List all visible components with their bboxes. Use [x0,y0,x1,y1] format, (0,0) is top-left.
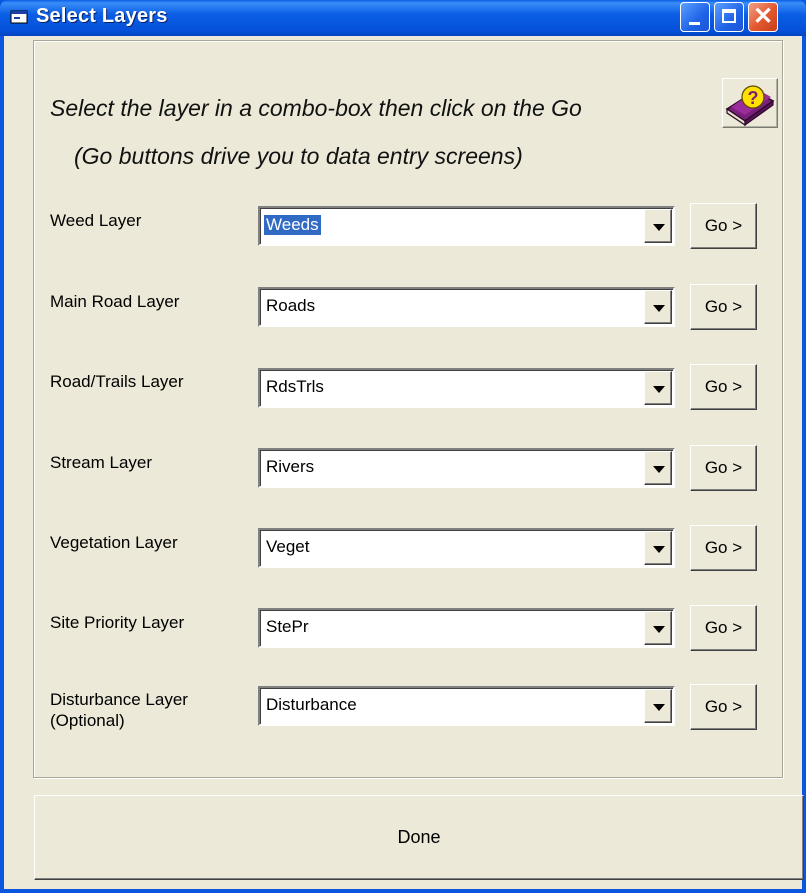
layer-label-disturbance-line2: (Optional) [50,711,125,730]
combo-value: Rivers [266,457,315,476]
close-icon: ✕ [752,3,774,30]
done-button[interactable]: Done [34,795,804,880]
combo-value: RdsTrls [266,377,324,396]
close-button[interactable]: ✕ [748,2,778,32]
combo-value: Roads [266,296,316,315]
help-book-icon: ? [725,85,775,127]
maximize-button[interactable] [714,2,744,32]
layer-label-disturbance-line1: Disturbance Layer [50,690,188,709]
main-road-layer-combo[interactable]: Roads [258,287,675,327]
layer-label-vegetation: Vegetation Layer [50,533,178,552]
go-button-site-priority[interactable]: Go > [690,605,757,651]
combo-value: Disturbance [266,695,357,714]
dropdown-arrow-icon[interactable] [644,531,672,565]
weed-layer-combo[interactable]: Weeds [258,206,675,246]
layer-label-weed: Weed Layer [50,211,142,230]
dropdown-arrow-icon[interactable] [644,611,672,645]
disturbance-layer-combo[interactable]: Disturbance [258,686,675,726]
help-button[interactable]: ? [722,78,778,128]
layer-label-road-trails: Road/Trails Layer [50,372,184,391]
instruction-line-1: Select the layer in a combo-box then cli… [50,95,582,121]
go-button-main-road[interactable]: Go > [690,284,757,330]
go-button-disturbance[interactable]: Go > [690,684,757,730]
minimize-button[interactable] [680,2,710,32]
select-layers-window: Select Layers ✕ Select the layer in a co… [0,0,806,893]
window-title: Select Layers [36,5,168,27]
site-priority-layer-combo[interactable]: StePr [258,608,675,648]
stream-layer-combo[interactable]: Rivers [258,448,675,488]
layer-label-stream: Stream Layer [50,453,153,472]
layer-label-site-priority: Site Priority Layer [50,613,185,632]
go-button-vegetation[interactable]: Go > [690,525,757,571]
layer-label-disturbance: Disturbance Layer (Optional) [50,689,188,731]
dropdown-arrow-icon[interactable] [644,689,672,723]
go-button-road-trails[interactable]: Go > [690,364,757,410]
dropdown-arrow-icon[interactable] [644,209,672,243]
road-trails-layer-combo[interactable]: RdsTrls [258,368,675,408]
layer-label-main-road: Main Road Layer [50,292,180,311]
dropdown-arrow-icon[interactable] [644,290,672,324]
vegetation-layer-combo[interactable]: Veget [258,528,675,568]
title-bar[interactable]: Select Layers ✕ [0,0,806,36]
combo-value: Veget [266,537,310,556]
combo-value: Weeds [264,215,321,235]
svg-text:?: ? [748,88,759,108]
combo-value: StePr [266,617,309,636]
dropdown-arrow-icon[interactable] [644,371,672,405]
form-app-icon [10,10,28,24]
instruction-line-2: (Go buttons drive you to data entry scre… [74,143,523,169]
dropdown-arrow-icon[interactable] [644,451,672,485]
go-button-weed[interactable]: Go > [690,203,757,249]
go-button-stream[interactable]: Go > [690,445,757,491]
